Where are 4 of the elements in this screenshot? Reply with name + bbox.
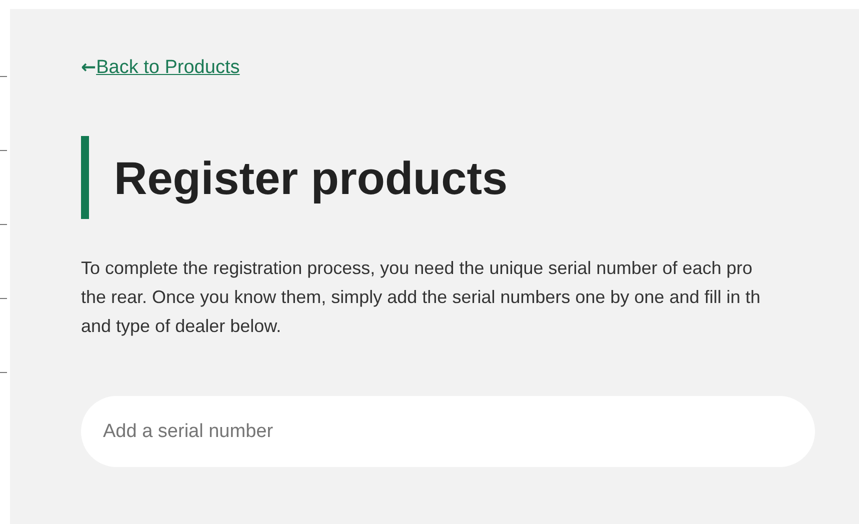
intro-paragraph: To complete the registration process, you need the unique serial number of each pro the rear. Once you know them, simply add the serial numbers one by one and fill in th and type of dealer below. — [81, 257, 762, 338]
serial-number-field[interactable]: Add a serial number — [81, 396, 815, 467]
back-link[interactable]: ←Back to Products — [81, 57, 240, 79]
page-title: Register products — [114, 150, 508, 204]
